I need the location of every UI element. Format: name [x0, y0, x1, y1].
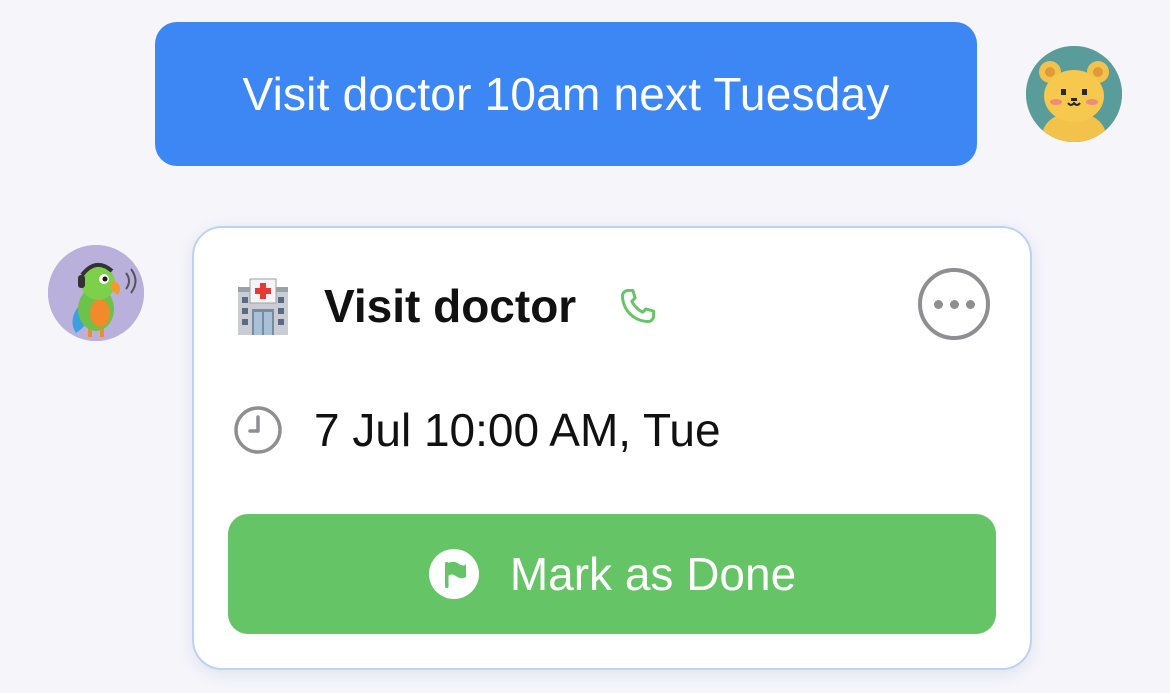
phone-icon[interactable]	[616, 284, 660, 328]
flag-icon	[428, 549, 479, 599]
parrot-avatar-icon[interactable]	[48, 245, 144, 341]
bear-avatar-icon[interactable]	[1026, 46, 1122, 142]
reminder-card: Visit doctor 7 Jul 10:00 AM, Tue Mark as…	[192, 226, 1032, 670]
reminder-title: Visit doctor	[324, 280, 577, 332]
reminder-datetime-row: 7 Jul 10:00 AM, Tue	[232, 400, 721, 460]
mark-as-done-label: Mark as Done	[509, 548, 797, 600]
mark-as-done-button[interactable]: Mark as Done	[228, 514, 996, 634]
user-message-text: Visit doctor 10am next Tuesday	[242, 68, 890, 120]
reminder-datetime: 7 Jul 10:00 AM, Tue	[314, 404, 721, 456]
user-message-bubble: Visit doctor 10am next Tuesday	[155, 22, 977, 166]
ellipsis-icon	[933, 299, 943, 309]
clock-icon	[234, 406, 282, 454]
reminder-header: Visit doctor	[232, 270, 660, 342]
hospital-icon	[238, 278, 288, 335]
more-options-button[interactable]	[918, 268, 990, 340]
